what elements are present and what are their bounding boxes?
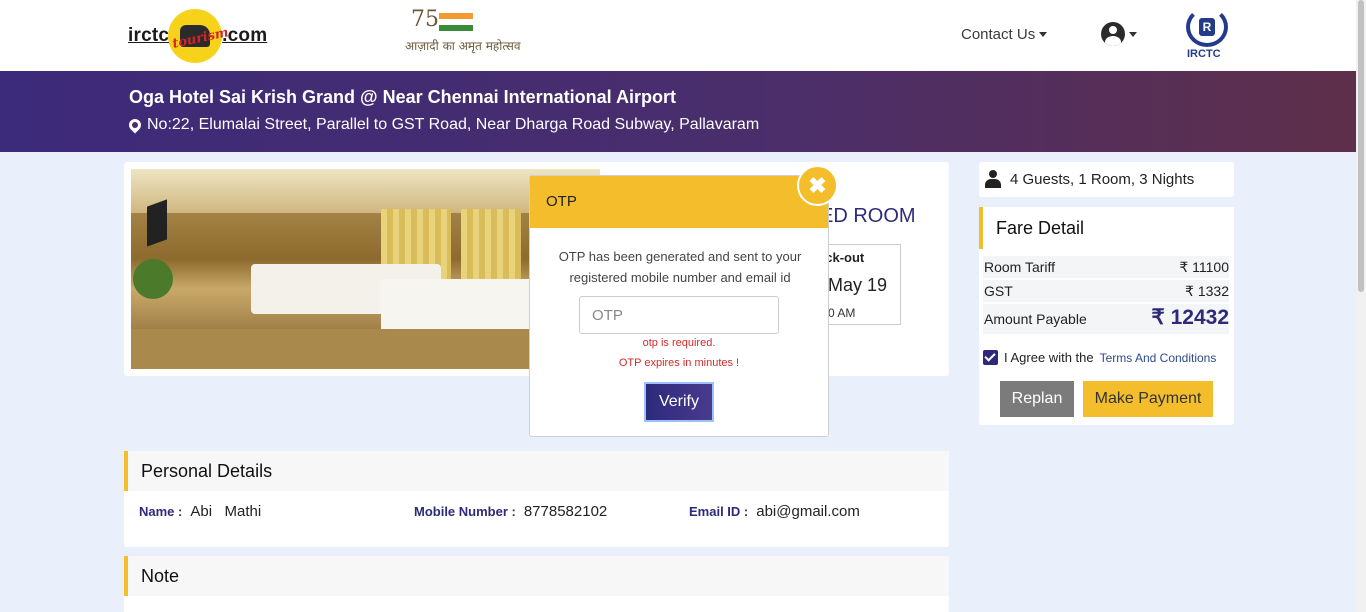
agree-text: I Agree with the [1004, 350, 1094, 365]
note-header: Note [124, 556, 949, 596]
guests-summary-text: 4 Guests, 1 Room, 3 Nights [1010, 171, 1195, 188]
personal-details-header: Personal Details [124, 451, 949, 491]
fare-row-value: ₹ 11100 [1179, 259, 1229, 275]
agree-checkbox[interactable] [983, 350, 998, 365]
azadi-ka-amrit-mahotsav-logo: 75 आज़ादी का अमृत महोत्सव [405, 7, 521, 63]
otp-input[interactable] [579, 296, 779, 334]
hotel-name: Oga Hotel Sai Krish Grand @ Near Chennai… [129, 87, 676, 107]
page-scrollbar[interactable] [1356, 0, 1366, 612]
note-title: Note [141, 566, 180, 586]
replan-button[interactable]: Replan [1000, 381, 1074, 417]
irctc-tourism-logo[interactable]: irctc tourism .com [128, 8, 267, 64]
azadi-text: आज़ादी का अमृत महोत्सव [405, 39, 521, 53]
azadi-75: 75 [411, 7, 439, 32]
name-row: Name : Abi Mathi [139, 503, 261, 520]
fare-row-amount-payable: Amount Payable ₹ 12432 [983, 304, 1229, 334]
user-circle-icon [1101, 22, 1125, 46]
logo-text-left: irctc [128, 25, 170, 46]
name-label: Name : [139, 504, 183, 519]
otp-message: OTP has been generated and sent to your … [558, 249, 802, 285]
user-icon [985, 170, 1001, 188]
chevron-down-icon [1129, 31, 1137, 37]
map-marker-icon [126, 116, 144, 134]
amount-payable-value: ₹ 12432 [1151, 306, 1229, 329]
india-flag-icon [439, 13, 473, 31]
note-card: Note [124, 556, 949, 612]
user-menu-dropdown[interactable] [1101, 22, 1137, 46]
mobile-label: Mobile Number : [414, 504, 516, 519]
fare-detail-header: Fare Detail [979, 207, 1234, 249]
hotel-address-text: No:22, Elumalai Street, Parallel to GST … [147, 116, 760, 133]
verify-button[interactable]: Verify [644, 382, 714, 422]
hotel-banner: Oga Hotel Sai Krish Grand @ Near Chennai… [0, 71, 1356, 152]
mobile-row: Mobile Number : 8778582102 [414, 503, 607, 520]
fare-row-value: ₹ 1332 [1185, 283, 1229, 299]
personal-details-card: Personal Details Name : Abi Mathi Mobile… [124, 451, 949, 547]
irctc-r-icon: R [1199, 18, 1215, 36]
otp-modal-title: OTP [546, 193, 577, 210]
scrollbar-thumb[interactable] [1358, 0, 1364, 292]
amount-payable-label: Amount Payable [984, 311, 1087, 327]
top-navbar: irctc tourism .com 75 आज़ादी का अमृत महो… [0, 0, 1356, 71]
close-icon[interactable]: ✖ [797, 165, 838, 206]
email-row: Email ID : abi@gmail.com [689, 503, 860, 520]
contact-us-label: Contact Us [961, 26, 1036, 43]
personal-details-title: Personal Details [141, 461, 273, 481]
otp-modal: OTP OTP has been generated and sent to y… [529, 175, 829, 437]
hotel-address: No:22, Elumalai Street, Parallel to GST … [126, 116, 760, 134]
guests-summary: 4 Guests, 1 Room, 3 Nights [979, 162, 1234, 197]
make-payment-button[interactable]: Make Payment [1083, 381, 1213, 417]
irctc-logo[interactable]: R IRCTC [1183, 7, 1231, 63]
email-label: Email ID : [689, 504, 749, 519]
name-value: Abi Mathi [190, 503, 262, 520]
contact-us-dropdown[interactable]: Contact Us [961, 26, 1048, 43]
chevron-down-icon [1039, 32, 1048, 37]
mobile-value: 8778582102 [523, 503, 608, 520]
irctc-logo-label: IRCTC [1187, 48, 1221, 60]
otp-expiry-notice: OTP expires in minutes ! [618, 357, 740, 369]
otp-required-error: otp is required. [642, 337, 716, 349]
terms-and-conditions-link[interactable]: Terms And Conditions [1100, 351, 1217, 365]
fare-detail-card: Fare Detail Room Tariff ₹ 11100 GST ₹ 13… [979, 207, 1234, 425]
fare-detail-title: Fare Detail [996, 218, 1085, 238]
email-value: abi@gmail.com [756, 503, 860, 520]
fare-row-label: GST [984, 283, 1013, 299]
fare-row-gst: GST ₹ 1332 [983, 280, 1229, 302]
room-type-title: ED ROOM [820, 205, 916, 227]
otp-modal-header: OTP [530, 176, 828, 228]
train-logo-icon: tourism [168, 9, 230, 63]
terms-agreement: I Agree with the Terms And Conditions [983, 350, 1216, 365]
fare-row-label: Room Tariff [984, 259, 1056, 275]
fare-row-room-tariff: Room Tariff ₹ 11100 [983, 256, 1229, 278]
